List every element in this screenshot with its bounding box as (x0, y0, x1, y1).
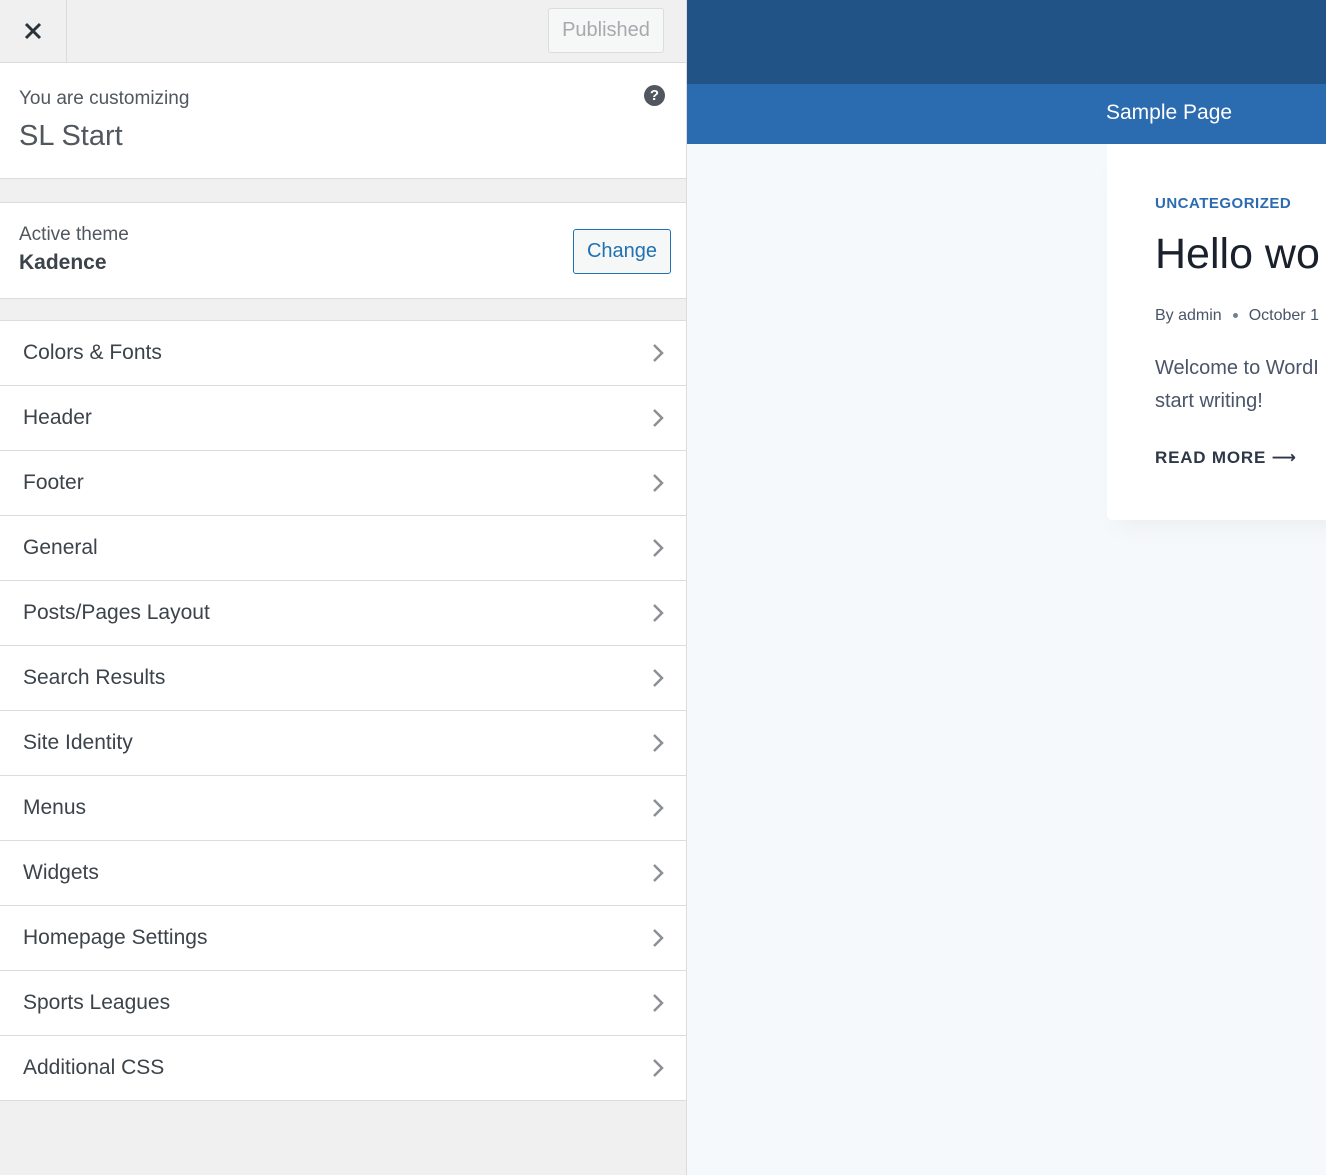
chevron-right-icon (653, 994, 664, 1012)
section-label: Footer (23, 471, 84, 494)
section-homepage-settings[interactable]: Homepage Settings (0, 906, 686, 971)
active-theme-name: Kadence (19, 251, 107, 274)
chevron-right-icon (653, 539, 664, 557)
section-label: Site Identity (23, 731, 133, 754)
excerpt-line: Welcome to WordI (1155, 357, 1319, 379)
section-label: Posts/Pages Layout (23, 601, 210, 624)
section-general[interactable]: General (0, 516, 686, 581)
chevron-right-icon (653, 1059, 664, 1077)
section-colors-fonts[interactable]: Colors & Fonts (0, 321, 686, 386)
chevron-right-icon (653, 669, 664, 687)
post-excerpt: Welcome to WordI start writing! (1155, 352, 1326, 418)
help-icon[interactable]: ? (644, 85, 665, 106)
chevron-right-icon (653, 344, 664, 362)
site-preview: Sample Page UNCATEGORIZED Hello wo By ad… (687, 0, 1326, 1175)
chevron-right-icon (653, 409, 664, 427)
section-header[interactable]: Header (0, 386, 686, 451)
section-label: Header (23, 406, 92, 429)
section-label: Colors & Fonts (23, 341, 162, 364)
section-label: Search Results (23, 666, 166, 689)
post-category[interactable]: UNCATEGORIZED (1155, 195, 1291, 212)
post-title[interactable]: Hello wo (1155, 230, 1320, 279)
active-theme-label: Active theme (19, 224, 129, 245)
post-card: UNCATEGORIZED Hello wo By admin October 1… (1107, 144, 1326, 520)
close-icon (24, 22, 42, 40)
section-sports-leagues[interactable]: Sports Leagues (0, 971, 686, 1036)
customizer-header: Published (0, 0, 686, 63)
close-button[interactable] (0, 0, 67, 62)
excerpt-line: start writing! (1155, 390, 1263, 412)
section-label: Widgets (23, 861, 99, 884)
site-title: SL Start (19, 120, 123, 152)
published-button[interactable]: Published (548, 8, 664, 53)
customize-info: You are customizing SL Start ? (0, 63, 686, 179)
chevron-right-icon (653, 604, 664, 622)
customizer-sections: Colors & Fonts Header Footer General Posts/P… (0, 320, 686, 1101)
section-label: Menus (23, 796, 87, 819)
preview-header (687, 0, 1326, 84)
preview-navigation: Sample Page (687, 84, 1326, 144)
nav-item-sample-page[interactable]: Sample Page (1106, 101, 1232, 125)
section-widgets[interactable]: Widgets (0, 841, 686, 906)
section-site-identity[interactable]: Site Identity (0, 711, 686, 776)
chevron-right-icon (653, 864, 664, 882)
post-date: October 1 (1248, 307, 1319, 324)
post-meta: By admin October 1 (1155, 307, 1319, 325)
section-posts-pages-layout[interactable]: Posts/Pages Layout (0, 581, 686, 646)
section-footer[interactable]: Footer (0, 451, 686, 516)
chevron-right-icon (653, 734, 664, 752)
chevron-right-icon (653, 799, 664, 817)
customizing-label: You are customizing (19, 88, 190, 109)
customizer-sidebar: Published You are customizing SL Start ?… (0, 0, 687, 1175)
section-menus[interactable]: Menus (0, 776, 686, 841)
post-author[interactable]: By admin (1155, 307, 1222, 324)
section-label: Additional CSS (23, 1056, 165, 1079)
section-label: General (23, 536, 98, 559)
read-more-link[interactable]: READ MORE ⟶ (1155, 448, 1297, 468)
section-label: Homepage Settings (23, 926, 208, 949)
section-search-results[interactable]: Search Results (0, 646, 686, 711)
meta-separator (1232, 313, 1238, 319)
change-theme-button[interactable]: Change (573, 229, 671, 274)
section-additional-css[interactable]: Additional CSS (0, 1036, 686, 1101)
active-theme-panel: Active theme Kadence Change (0, 202, 686, 299)
chevron-right-icon (653, 929, 664, 947)
section-label: Sports Leagues (23, 991, 171, 1014)
chevron-right-icon (653, 474, 664, 492)
